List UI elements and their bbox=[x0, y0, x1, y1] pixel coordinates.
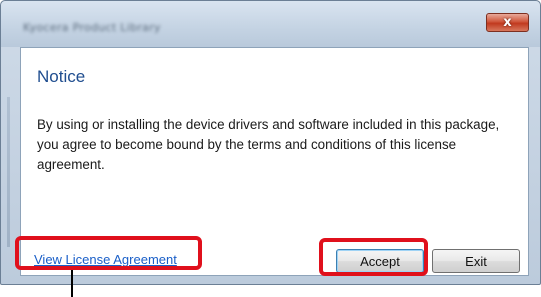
exit-button-label: Exit bbox=[465, 253, 487, 269]
window-frame-edge bbox=[7, 97, 10, 247]
highlight-box-accept-button bbox=[319, 238, 428, 276]
notice-heading: Notice bbox=[37, 67, 86, 86]
exit-button[interactable]: Exit bbox=[432, 249, 520, 273]
title-bar[interactable]: Kyocera Product Library x bbox=[1, 1, 540, 47]
window-title: Kyocera Product Library bbox=[23, 21, 161, 34]
close-icon: x bbox=[503, 15, 512, 30]
callout-pointer-line bbox=[71, 270, 73, 297]
close-button[interactable]: x bbox=[486, 13, 529, 32]
notice-body-text: By using or installing the device driver… bbox=[37, 117, 500, 172]
highlight-box-license-link bbox=[15, 236, 202, 270]
